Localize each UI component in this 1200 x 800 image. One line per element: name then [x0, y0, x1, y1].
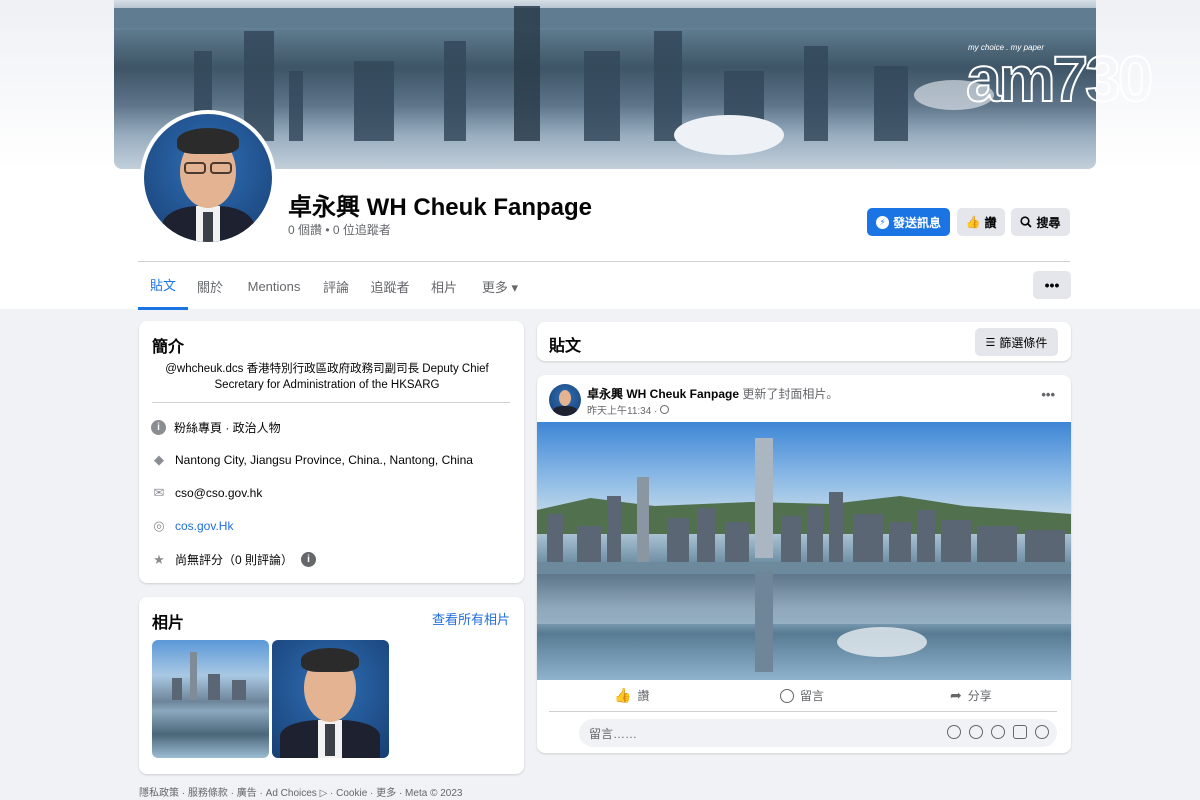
post-share-button[interactable]: ➦ 分享 — [950, 687, 992, 704]
profile-avatar[interactable] — [140, 110, 276, 246]
comment-input[interactable]: 留言…… — [579, 719, 1057, 747]
filter-button[interactable]: ☰ 篩選條件 — [975, 328, 1058, 356]
search-label: 搜尋 — [1036, 215, 1061, 230]
globe-icon: ◎ — [153, 518, 165, 533]
public-globe-icon — [660, 405, 670, 414]
filter-icon: ☰ — [985, 336, 996, 349]
emoji-icon[interactable] — [969, 725, 983, 739]
rating-info-icon[interactable]: i — [301, 552, 317, 567]
posts-title: 貼文 — [549, 338, 582, 355]
watermark-brand: am730 — [965, 43, 1154, 115]
post-header-line: 卓永興 WH Cheuk Fanpage 更新了封面相片。 — [587, 385, 838, 402]
search-button[interactable]: 搜尋 — [1011, 208, 1070, 236]
thumbs-up-outline-icon: 👍 — [614, 687, 632, 703]
post-image[interactable] — [537, 422, 1071, 680]
photo-thumbnail-skyline[interactable] — [152, 640, 269, 758]
post-timestamp[interactable]: 昨天上午11:34 · — [587, 402, 657, 417]
intro-description: @whcheuk.dcs 香港特別行政區政府政務司副司長 Deputy Chie… — [165, 363, 489, 391]
photos-title: 相片 — [152, 615, 185, 632]
avatar-sticker-icon[interactable] — [1035, 725, 1049, 739]
location-icon: ◆ — [154, 452, 164, 467]
photo-thumbnail-portrait[interactable] — [272, 640, 389, 758]
page-stats: 0 個讚 • 0 位追蹤者 — [288, 223, 391, 237]
intro-location: ◆ Nantong City, Jiangsu Province, China.… — [151, 452, 473, 468]
like-page-button[interactable]: 👍 讚 — [957, 208, 1005, 236]
comment-bubble-icon — [780, 688, 794, 703]
send-message-label: 發送訊息 — [892, 215, 941, 230]
send-message-button[interactable]: ⚡ 發送訊息 — [867, 208, 950, 236]
post-author[interactable]: 卓永興 WH Cheuk Fanpage — [587, 387, 739, 401]
email-icon: ✉ — [153, 485, 165, 500]
tab-photos[interactable]: 相片 — [424, 262, 464, 310]
tab-about[interactable]: 關於 — [190, 262, 230, 310]
post-author-avatar[interactable] — [549, 384, 581, 416]
posts-header-card: 貼文 ☰ 篩選條件 — [537, 322, 1071, 361]
page-tabs: 貼文 關於 Mentions 評論 追蹤者 相片 更多 ▾ — [138, 261, 1070, 310]
footer-links[interactable]: 隱私政策 · 服務條款 · 廣告 · Ad Choices ▷ · Cookie… — [139, 784, 462, 799]
gif-icon[interactable] — [1013, 725, 1027, 739]
camera-icon[interactable] — [991, 725, 1005, 739]
messenger-icon: ⚡ — [875, 215, 889, 229]
post-action: 更新了封面相片。 — [742, 387, 839, 401]
see-all-photos-link[interactable]: 查看所有相片 — [432, 609, 510, 628]
watermark-logo: my choice . my paper am730 — [965, 40, 1156, 115]
star-icon: ★ — [153, 551, 165, 567]
post-meta: 昨天上午11:34 · — [587, 402, 670, 417]
post-comment-button[interactable]: 留言 — [780, 687, 824, 704]
like-label: 讚 — [984, 215, 997, 230]
more-options-button[interactable]: ••• — [1033, 271, 1071, 299]
tab-mentions[interactable]: Mentions — [238, 262, 310, 310]
intro-card: 簡介 @whcheuk.dcs 香港特別行政區政府政務司副司長 Deputy C… — [139, 321, 524, 583]
tab-reviews[interactable]: 評論 — [316, 262, 356, 310]
filter-label: 篩選條件 — [999, 335, 1048, 350]
comment-placeholder: 留言…… — [589, 726, 638, 741]
intro-category: i 粉絲專頁 · 政治人物 — [151, 419, 281, 436]
post-menu-button[interactable]: ••• — [1041, 387, 1055, 402]
thumbs-up-icon: 👍 — [965, 215, 981, 229]
intro-website[interactable]: ◎ cos.gov.Hk — [151, 518, 233, 534]
info-icon: i — [151, 420, 166, 435]
intro-title: 簡介 — [152, 339, 185, 356]
sticker-icon[interactable] — [947, 725, 961, 739]
photos-card: 相片 查看所有相片 — [139, 597, 524, 774]
search-icon — [1020, 216, 1033, 228]
tab-followers[interactable]: 追蹤者 — [364, 262, 416, 310]
comment-tools — [947, 725, 1049, 739]
page-title: 卓永興 WH Cheuk Fanpage — [288, 194, 593, 221]
share-arrow-icon: ➦ — [950, 687, 962, 703]
post-like-button[interactable]: 👍 讚 — [614, 687, 649, 704]
intro-rating: ★ 尚無評分（0 則評論） i — [151, 551, 317, 568]
tab-more[interactable]: 更多 ▾ — [472, 262, 528, 310]
tab-posts[interactable]: 貼文 — [138, 262, 188, 310]
intro-email[interactable]: ✉ cso@cso.gov.hk — [151, 485, 263, 501]
